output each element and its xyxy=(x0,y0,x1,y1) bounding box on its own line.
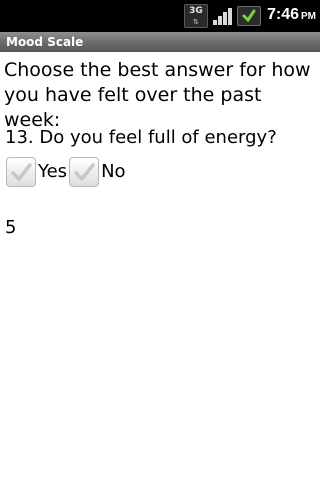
no-checkbox[interactable] xyxy=(69,157,100,187)
question-text: 13. Do you feel full of energy? xyxy=(5,127,277,148)
no-option[interactable]: No xyxy=(69,157,126,187)
network-type-label: 3G xyxy=(189,6,203,16)
score-value: 5 xyxy=(5,217,17,238)
title-bar: Mood Scale xyxy=(0,32,320,52)
clock-time: 7:46 xyxy=(266,6,299,23)
yes-checkbox[interactable] xyxy=(6,157,36,187)
clock-ampm: PM xyxy=(301,11,316,22)
3g-icon: 3G ⇅ xyxy=(183,4,208,28)
status-time: 7:46 PM xyxy=(267,3,316,29)
status-bar: 3G ⇅ 7:46 PM xyxy=(0,0,320,32)
check-icon xyxy=(74,163,95,181)
signal-icon xyxy=(212,8,232,25)
answer-options: Yes No xyxy=(6,156,128,188)
status-icons: 3G ⇅ 7:46 PM xyxy=(183,3,316,29)
no-label: No xyxy=(101,161,126,182)
data-activity-arrows: ⇅ xyxy=(193,18,199,26)
main-content: Choose the best answer for how you have … xyxy=(0,52,320,480)
instructions-text: Choose the best answer for how you have … xyxy=(4,59,311,131)
yes-option[interactable]: Yes xyxy=(6,157,67,187)
check-icon xyxy=(11,163,32,181)
yes-label: Yes xyxy=(38,161,68,182)
battery-icon xyxy=(236,6,261,26)
app-title: Mood Scale xyxy=(6,35,84,49)
